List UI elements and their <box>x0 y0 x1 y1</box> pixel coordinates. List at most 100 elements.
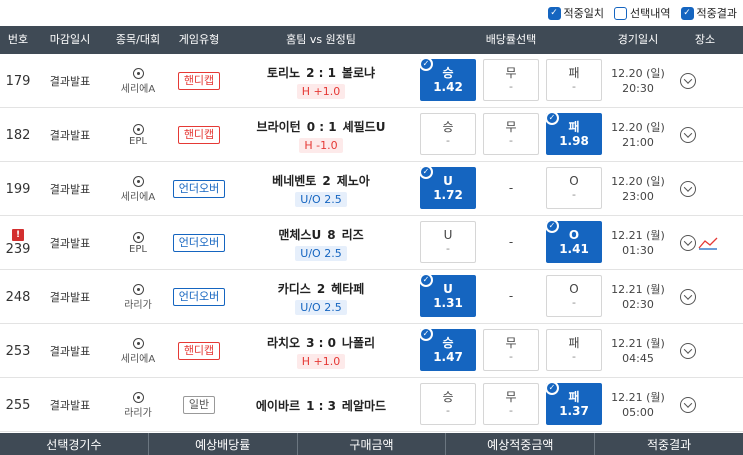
match-date: 12.20 (일) <box>611 175 665 188</box>
odds-label: 패 <box>568 66 580 80</box>
match-time: 02:30 <box>622 298 654 311</box>
odds-value: - <box>509 404 513 417</box>
odds-button[interactable]: 패- <box>546 329 602 371</box>
soccer-ball-icon <box>132 67 144 79</box>
away-team: 볼로냐 <box>341 65 376 80</box>
col-place: 장소 <box>694 33 716 46</box>
odds-value: - <box>509 134 513 147</box>
odds-button[interactable]: - <box>483 275 539 317</box>
odds-label: O <box>569 282 579 296</box>
game-number: 255 <box>0 378 36 432</box>
league-cell: EPL <box>110 216 166 270</box>
odds-label: - <box>508 181 514 195</box>
odds-label: - <box>508 235 514 249</box>
venue-dropdown-icon[interactable] <box>680 235 696 251</box>
odds-label: O <box>568 228 580 242</box>
odds-button[interactable]: - <box>483 167 539 209</box>
checkbox-icon[interactable]: ✓ <box>547 6 561 20</box>
odds-label: - <box>508 289 514 303</box>
trend-chart-icon[interactable] <box>698 236 718 250</box>
match-cell: 라치오 3 : 0 나폴리 H +1.0 <box>228 324 414 378</box>
odds-button[interactable]: 무- <box>483 383 539 425</box>
odds-button[interactable]: ✓ O 1.41 <box>545 219 602 263</box>
filter-checkbox-2[interactable]: ✓ 적중결과 <box>680 5 737 21</box>
match-datetime: 12.20 (일) 23:00 <box>608 162 668 216</box>
odds-button[interactable]: ✓ U 1.31 <box>419 273 476 317</box>
odds-label: 승 <box>442 66 454 80</box>
filter-checkbox-0[interactable]: ✓ 적중일치 <box>547 5 604 21</box>
odds-button[interactable]: 무- <box>483 329 539 371</box>
table-row: 255 결과발표 라리가 일반 에이바르 1 : 3 레알마드 12.21 (월) … <box>0 378 743 432</box>
away-team: 헤타페 <box>331 281 365 296</box>
game-type-cell: 핸디캡 <box>172 324 226 378</box>
game-number: ! 239 <box>0 216 36 270</box>
odds-button[interactable]: 무- <box>483 113 539 155</box>
league-name: 세리에A <box>120 191 156 203</box>
odds-button[interactable]: ✓ 승 1.42 <box>419 57 476 101</box>
checkbox-icon[interactable]: ✓ <box>680 6 694 20</box>
league-name: EPL <box>129 135 147 147</box>
filter-label: 적중결과 <box>696 7 737 20</box>
venue-dropdown-icon[interactable] <box>680 127 696 143</box>
match-time: 20:30 <box>622 82 654 95</box>
match-line: 맨체스U 8 리즈 <box>275 226 366 243</box>
match-date: 12.20 (일) <box>611 121 665 134</box>
odds-button[interactable]: ✓ 패 1.37 <box>545 381 602 425</box>
check-icon: ✓ <box>545 381 559 395</box>
odds-button[interactable]: 무- <box>483 59 539 101</box>
venue-dropdown-icon[interactable] <box>680 397 696 413</box>
home-team: 토리노 <box>266 65 301 80</box>
match-cell: 카디스 2 헤타페 U/O 2.5 <box>228 270 414 324</box>
match-time: 04:45 <box>622 352 654 365</box>
match-datetime: 12.21 (월) 02:30 <box>608 270 668 324</box>
odds-button[interactable]: ✓ 승 1.47 <box>419 327 476 371</box>
match-score: 8 <box>327 227 336 242</box>
venue-dropdown-icon[interactable] <box>680 343 696 359</box>
game-number-text: 179 <box>5 73 31 89</box>
table-header: 번호 마감일시 종목/대회 게임유형 홈팀 vs 원정팀 배당률선택 경기일시 … <box>0 26 743 54</box>
league-cell: 세리에A <box>110 324 166 378</box>
odds-button[interactable]: U- <box>420 221 476 263</box>
league-name: 세리에A <box>120 353 156 365</box>
check-icon: ✓ <box>545 111 559 125</box>
venue-dropdown-icon[interactable] <box>680 181 696 197</box>
league-cell: 라리가 <box>110 270 166 324</box>
odds-value: - <box>572 188 576 201</box>
venue-dropdown-icon[interactable] <box>680 73 696 89</box>
summary-footer: 선택경기수 예상배당률 구매금액 예상적중금액 적중결과 <box>0 433 743 455</box>
odds-button[interactable]: 승- <box>420 113 476 155</box>
game-number: 248 <box>0 270 36 324</box>
checkbox-icon[interactable] <box>614 6 628 20</box>
deadline-status: 결과발표 <box>49 183 91 196</box>
summary-col-3: 예상적중금액 <box>446 433 596 455</box>
filter-label: 선택내역 <box>630 7 671 20</box>
match-time: 23:00 <box>622 190 654 203</box>
match-date: 12.21 (월) <box>611 391 665 404</box>
filter-checkbox-1[interactable]: 선택내역 <box>614 5 671 21</box>
match-datetime: 12.20 (일) 20:30 <box>608 54 668 108</box>
odds-value: 1.72 <box>433 188 463 202</box>
odds-button[interactable]: 패- <box>546 59 602 101</box>
match-score: 2 : 1 <box>306 65 336 80</box>
odds-button[interactable]: ✓ 패 1.98 <box>545 111 602 155</box>
odds-label: 패 <box>568 390 580 404</box>
match-datetime: 12.21 (월) 05:00 <box>608 378 668 432</box>
away-team: 제노아 <box>336 173 370 188</box>
table-row: 253 결과발표 세리에A 핸디캡 라치오 3 : 0 나폴리 H +1.0 12.… <box>0 324 743 378</box>
col-no: 번호 <box>7 33 29 46</box>
odds-button[interactable]: O- <box>546 275 602 317</box>
summary-col-4: 적중결과 <box>647 438 692 452</box>
odds-value: - <box>446 134 450 147</box>
venue-dropdown-icon[interactable] <box>680 289 696 305</box>
deadline-status: 결과발표 <box>49 237 91 250</box>
odds-label: 무 <box>505 336 517 350</box>
game-type-cell: 언더오버 <box>172 270 226 324</box>
odds-button[interactable]: - <box>483 221 539 263</box>
odds-button[interactable]: 승- <box>420 383 476 425</box>
game-number-text: 182 <box>5 127 31 143</box>
odds-value: 1.31 <box>433 296 463 310</box>
col-deadline: 마감일시 <box>49 33 91 46</box>
league-cell: 세리에A <box>110 162 166 216</box>
odds-button[interactable]: O- <box>546 167 602 209</box>
odds-button[interactable]: ✓ U 1.72 <box>419 165 476 209</box>
